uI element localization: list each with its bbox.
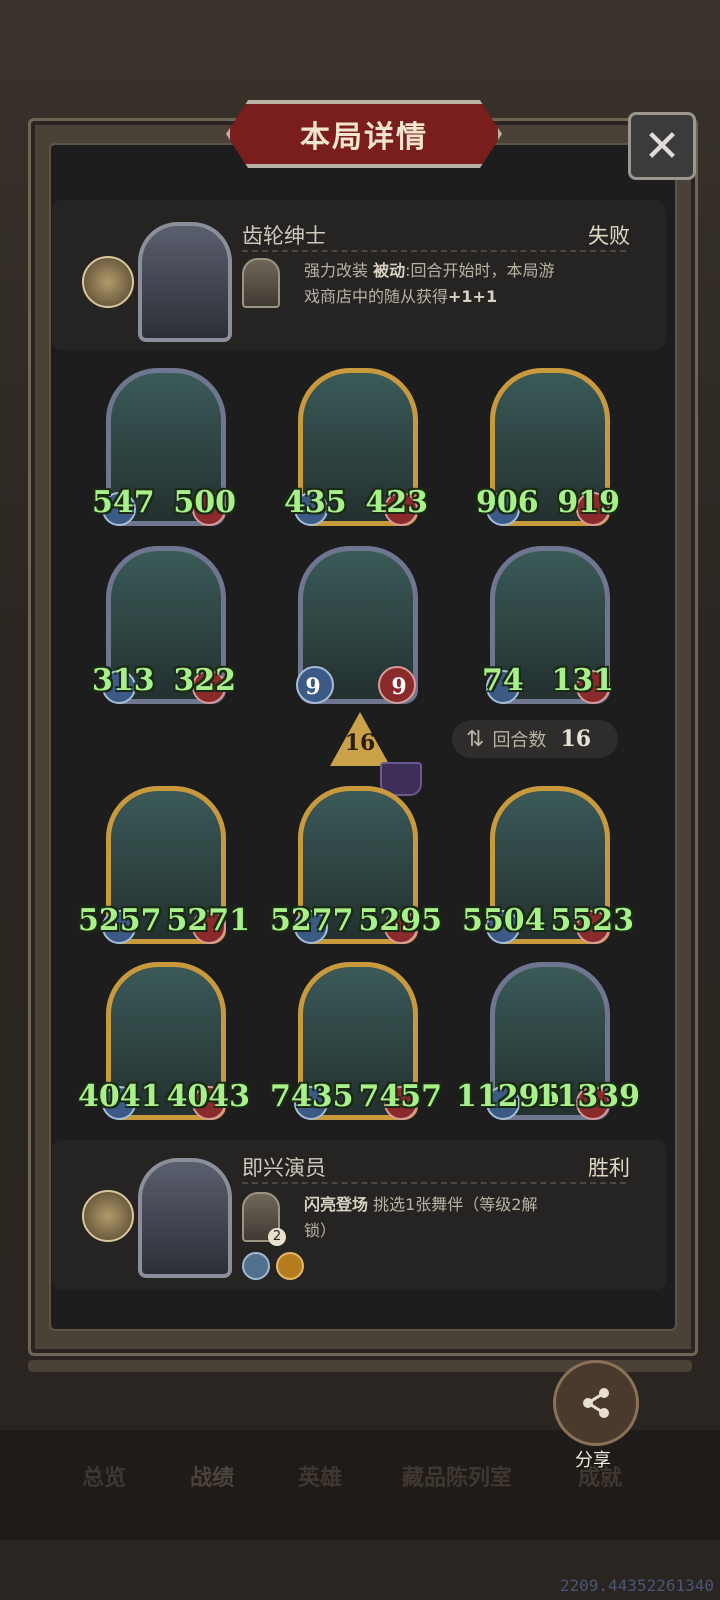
- minion-card[interactable]: 435 423: [284, 368, 428, 526]
- tab-heroes[interactable]: 英雄: [298, 1460, 342, 1492]
- round-value: 16: [560, 726, 592, 752]
- page-title: 本局详情: [226, 100, 502, 168]
- divider: [242, 1182, 626, 1184]
- opponent-hero-card: 齿轮绅士 失败 强力改装 被动:回合开始时，本局游 戏商店中的随从获得+1+1: [52, 200, 666, 350]
- tab-overview[interactable]: 总览: [82, 1460, 126, 1492]
- hero-result: 胜利: [588, 1156, 630, 1180]
- minion-attack: 5277: [270, 903, 354, 938]
- tab-collection-gallery[interactable]: 藏品陈列室: [402, 1460, 512, 1492]
- minion-card[interactable]: 4041 4043: [78, 962, 250, 1120]
- skill-name: 闪亮登场: [304, 1195, 369, 1214]
- minion-card[interactable]: 9 9: [296, 546, 418, 704]
- round-count-badge: ⇅ 回合数 16: [452, 720, 618, 758]
- minion-health: 7457: [358, 1079, 443, 1114]
- hero-coin-icon: [82, 1190, 134, 1242]
- player-hero-card: 即兴演员 胜利 2 闪亮登场 挑选1张舞伴（等级2解 锁）: [52, 1140, 666, 1290]
- skill-type: 被动: [373, 261, 406, 280]
- minion-attack: 547: [92, 485, 155, 520]
- minion-card[interactable]: 5277 5295: [270, 786, 442, 944]
- skill-level-badge: 2: [268, 1228, 286, 1246]
- close-button[interactable]: ✕: [628, 112, 696, 180]
- hero-coin-icon: [82, 256, 134, 308]
- share-icon: [583, 1388, 609, 1418]
- minion-attack: 906: [476, 485, 539, 520]
- divider: [242, 250, 626, 252]
- minion-card[interactable]: 5257 5271: [78, 786, 250, 944]
- minion-attack: 313: [92, 663, 155, 698]
- minion-health: 9: [391, 674, 407, 700]
- share-label: 分享: [575, 1450, 611, 1471]
- skill-desc-line1: :回合开始时，本局游: [405, 261, 555, 280]
- skill-description: 强力改装 被动:回合开始时，本局游 戏商店中的随从获得+1+1: [304, 258, 644, 310]
- minion-card[interactable]: 11295 11339: [456, 962, 640, 1120]
- minion-card[interactable]: 313 322: [92, 546, 236, 704]
- buff-icon-gold[interactable]: [276, 1252, 304, 1280]
- minion-health: 322: [173, 663, 236, 698]
- minion-attack: 9: [305, 674, 321, 700]
- minion-health: 5295: [358, 903, 443, 938]
- minion-attack: 4041: [78, 1079, 162, 1114]
- turn-number: 16: [344, 730, 376, 756]
- turn-arrow-indicator: 16: [330, 712, 390, 768]
- minion-health: 5271: [166, 903, 251, 938]
- skill-desc-line1: 挑选1张舞伴（等级2解: [373, 1195, 538, 1214]
- hero-portrait-improv-actor[interactable]: [138, 1158, 232, 1278]
- minion-attack: 7435: [270, 1079, 354, 1114]
- hero-name: 齿轮绅士: [242, 224, 326, 248]
- build-id: 2209.44352261340: [559, 1576, 714, 1595]
- buff-icon-sword[interactable]: [242, 1252, 270, 1280]
- minion-health: 919: [557, 485, 620, 520]
- hero-name: 即兴演员: [242, 1156, 326, 1180]
- minion-card[interactable]: 7435 7457: [270, 962, 442, 1120]
- minion-health: 500: [173, 485, 236, 520]
- skill-name: 强力改装: [304, 261, 369, 280]
- minion-attack: 5504: [462, 903, 546, 938]
- round-label: 回合数: [492, 730, 547, 751]
- skill-bonus: +1+1: [448, 287, 498, 306]
- skill-description: 闪亮登场 挑选1张舞伴（等级2解 锁）: [304, 1192, 604, 1244]
- tab-battle-record[interactable]: 战绩: [190, 1460, 234, 1492]
- skill-desc-line2: 戏商店中的随从获得: [304, 287, 449, 306]
- hero-result: 失败: [588, 224, 630, 248]
- minion-health: 5523: [550, 903, 635, 938]
- minion-health: 423: [365, 485, 428, 520]
- minion-health: 4043: [166, 1079, 251, 1114]
- minion-card[interactable]: 5504 5523: [462, 786, 634, 944]
- minion-card[interactable]: 74 131: [482, 546, 614, 704]
- minion-attack: 74: [482, 663, 524, 698]
- skill-desc-line2: 锁）: [304, 1221, 337, 1240]
- minion-card[interactable]: 906 919: [476, 368, 620, 526]
- swap-icon: ⇅: [466, 726, 485, 752]
- hero-portrait-gear-gentleman[interactable]: [138, 222, 232, 342]
- minion-attack: 5257: [78, 903, 162, 938]
- skill-icon[interactable]: [242, 258, 280, 308]
- share-button[interactable]: [553, 1360, 639, 1446]
- minion-health: 131: [551, 663, 614, 698]
- minion-card[interactable]: 547 500: [92, 368, 236, 526]
- minion-health: 11339: [535, 1079, 640, 1114]
- minion-attack: 435: [284, 485, 347, 520]
- skill-icon[interactable]: 2: [242, 1192, 286, 1246]
